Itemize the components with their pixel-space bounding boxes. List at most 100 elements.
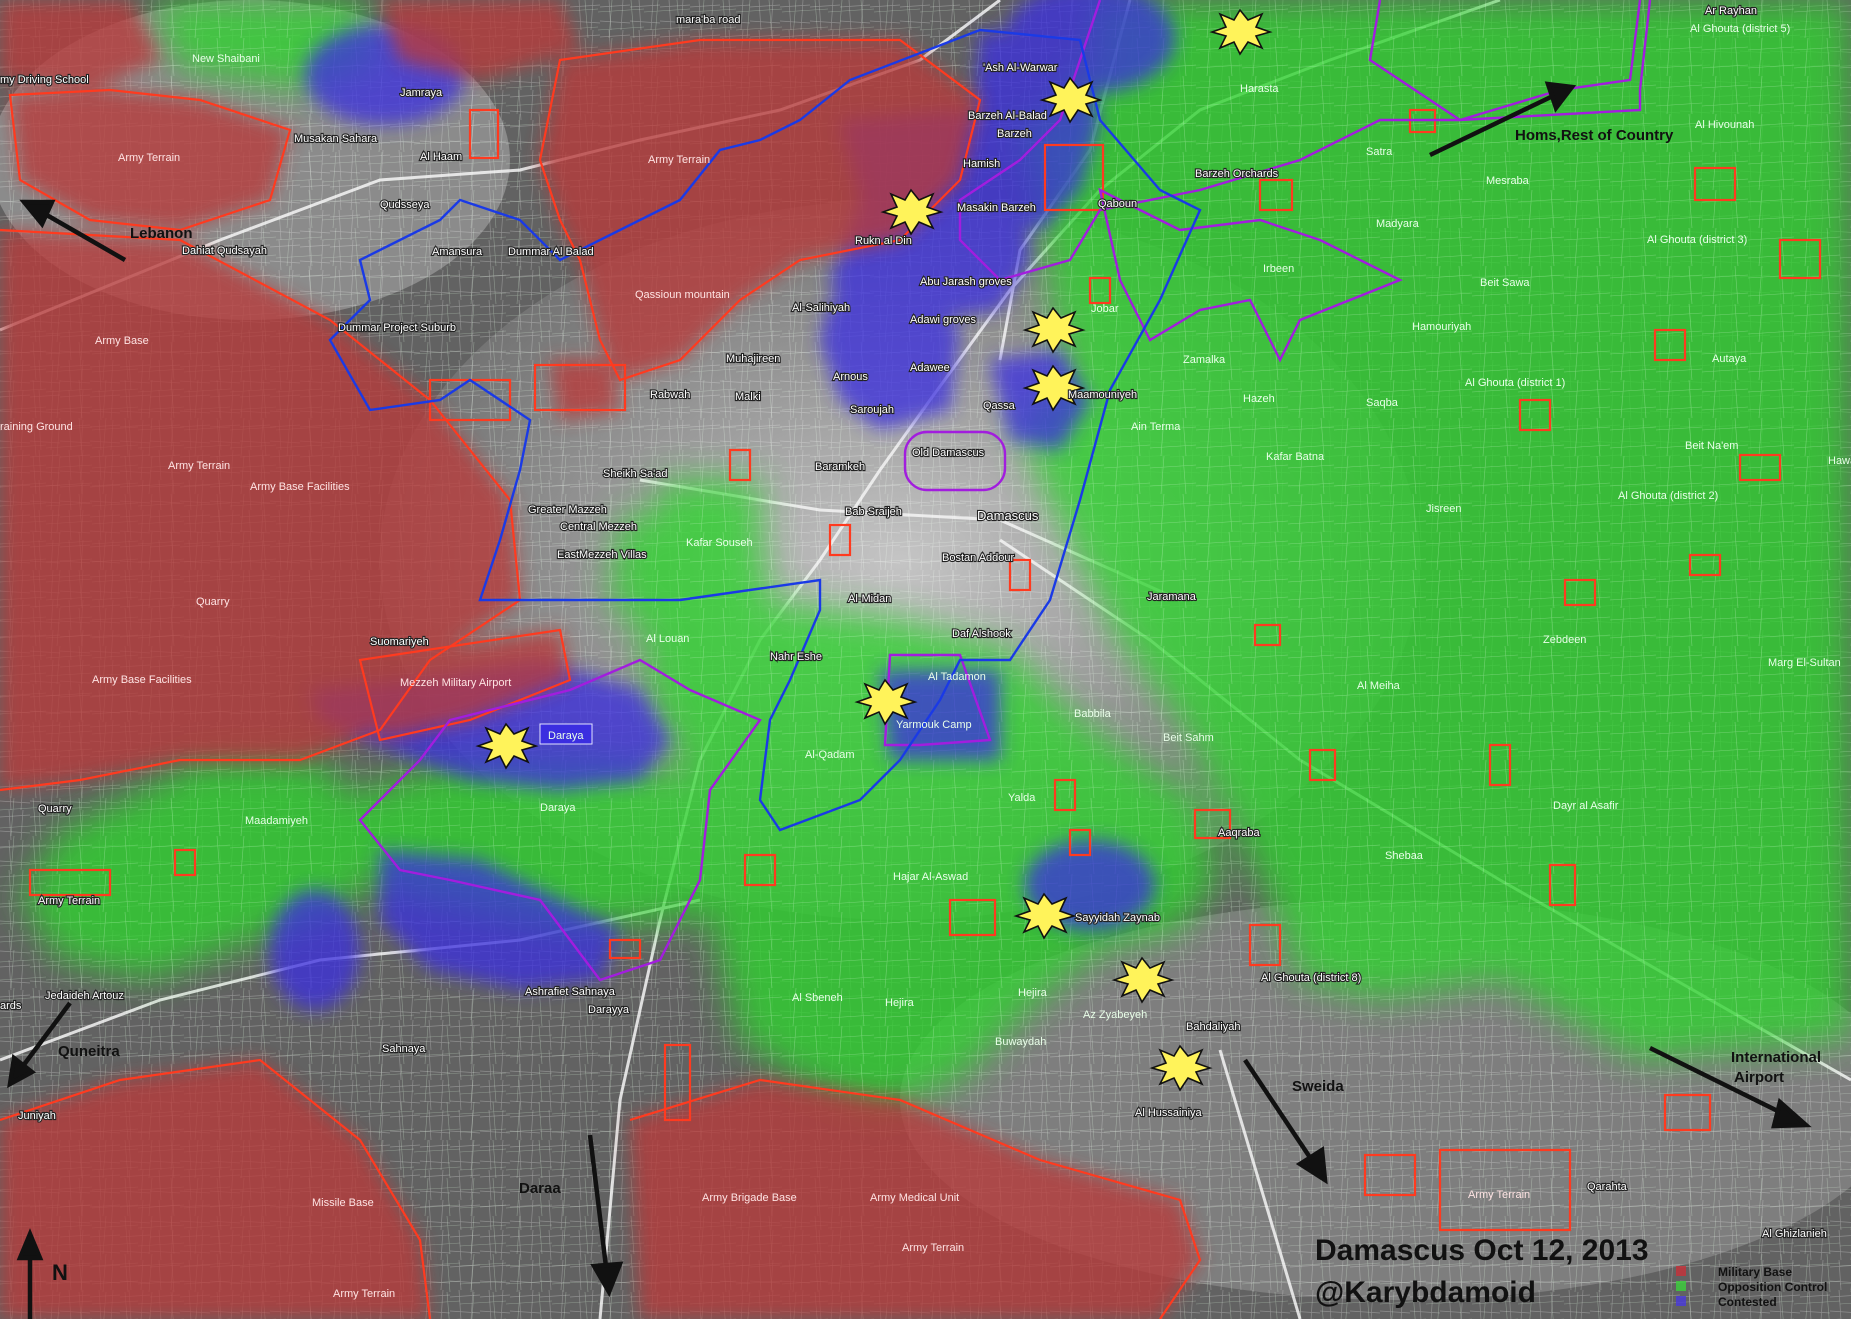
place-label: Hamish <box>963 158 1000 170</box>
place-label: Adawee <box>910 362 950 374</box>
legend-swatch-opposition <box>1676 1281 1686 1291</box>
place-label: Qarahta <box>1587 1181 1628 1193</box>
place-label: Shebaa <box>1385 850 1424 862</box>
place-label: Jedaideh Artouz <box>45 990 124 1002</box>
place-label: mara'ba road <box>676 14 740 26</box>
place-label: Army Base Facilities <box>92 674 192 686</box>
legend-swatch-contested <box>1676 1296 1686 1306</box>
legend-contested: Contested <box>1718 1295 1777 1309</box>
place-label: Kafar Batna <box>1266 451 1325 463</box>
place-label: Buwaydah <box>995 1036 1046 1048</box>
place-label: Baramkeh <box>815 461 865 473</box>
north-indicator: N <box>52 1260 68 1285</box>
place-label: Saqba <box>1366 397 1399 409</box>
place-label: Zebdeen <box>1543 634 1586 646</box>
label-airport-1: International <box>1731 1049 1821 1066</box>
place-label: Abu Jarash groves <box>920 276 1012 288</box>
place-label: Al Ghouta (district 2) <box>1618 490 1718 502</box>
place-label: Nahr Eshe <box>770 651 822 663</box>
place-label: Al-Midan <box>848 593 891 605</box>
place-label: Al Hussainiya <box>1135 1107 1203 1119</box>
place-label: Army Base Facilities <box>250 481 350 493</box>
place-label: Al Ghouta (district 3) <box>1647 234 1747 246</box>
place-label: Al Hivounah <box>1695 119 1754 131</box>
legend-military-base: Military Base <box>1718 1265 1792 1279</box>
place-label: Sheikh Sa'ad <box>603 468 667 480</box>
place-label: Army Terrain <box>168 460 230 472</box>
place-label: Al Ghizlanieh <box>1762 1228 1827 1240</box>
place-label: Army Base <box>95 335 149 347</box>
place-label: Quarry <box>38 803 72 815</box>
place-label: Barzeh Orchards <box>1195 168 1279 180</box>
place-label: Irbeen <box>1263 263 1294 275</box>
place-label: Army Terrain <box>118 152 180 164</box>
label-quneitra: Quneitra <box>58 1043 120 1060</box>
place-label: 'Ash Al-Warwar <box>983 62 1058 74</box>
place-label: Juniyah <box>18 1110 56 1122</box>
place-label: Bab Sraijeh <box>845 506 902 518</box>
place-label: Al Meiha <box>1357 680 1401 692</box>
place-label: Hejira <box>885 997 915 1009</box>
place-label: Rukn al Din <box>855 235 912 247</box>
place-label: Al Haam <box>420 151 462 163</box>
place-label: Musakan Sahara <box>294 133 378 145</box>
place-label: Arnous <box>833 371 868 383</box>
explosion-icon <box>880 188 944 236</box>
place-label: Bostan Addour <box>942 552 1015 564</box>
place-label: Az Zyabeyeh <box>1083 1009 1147 1021</box>
place-label: Army Medical Unit <box>870 1192 959 1204</box>
label-lebanon: Lebanon <box>130 225 193 242</box>
place-label: Adawi groves <box>910 314 977 326</box>
place-label: Army Terrain <box>648 154 710 166</box>
place-label: Dahiat Qudsayah <box>182 245 267 257</box>
place-label: Mezzeh Military Airport <box>400 677 511 689</box>
map-canvas: Damascus Oct 12, 2013 @Karybdamoid N Mil… <box>0 0 1851 1319</box>
place-label: Muhajireen <box>726 353 780 365</box>
place-label: Daraya <box>548 730 584 742</box>
place-label: Satra <box>1366 146 1393 158</box>
place-label: Barzeh Al-Balad <box>968 110 1047 122</box>
place-label: Al-Salihiyah <box>792 302 850 314</box>
place-label: Jamraya <box>400 87 443 99</box>
place-label: Greater Mazzeh <box>528 504 607 516</box>
place-label: Autaya <box>1712 353 1747 365</box>
place-label: Saroujah <box>850 404 894 416</box>
place-label: Army Terrain <box>333 1288 395 1300</box>
place-label: Masakin Barzeh <box>957 202 1036 214</box>
place-label: Daf Alshook <box>952 628 1011 640</box>
place-label: Jaramana <box>1147 591 1197 603</box>
place-label: Kafar Souseh <box>686 537 753 549</box>
place-label: Qassioun mountain <box>635 289 730 301</box>
place-label: Yalda <box>1008 792 1036 804</box>
label-homs: Homs,Rest of Country <box>1515 127 1674 144</box>
place-label: Hajar Al-Aswad <box>893 871 968 883</box>
damascus-control-map: Damascus Oct 12, 2013 @Karybdamoid N Mil… <box>0 0 1851 1319</box>
place-label: Aaqraba <box>1218 827 1260 839</box>
map-title: Damascus Oct 12, 2013 <box>1315 1234 1649 1267</box>
place-label: Beit Sawa <box>1480 277 1530 289</box>
place-label: Maamouniyeh <box>1068 389 1137 401</box>
place-label: ards <box>0 1000 22 1012</box>
place-label: Ar Rayhan <box>1705 5 1757 17</box>
legend-swatch-military <box>1676 1266 1686 1276</box>
place-label: Rabwah <box>650 389 690 401</box>
place-label: Damascus <box>977 508 1039 523</box>
place-label: Jisreen <box>1426 503 1461 515</box>
place-label: Ain Terma <box>1131 421 1181 433</box>
place-label: Marg El-Sultan <box>1768 657 1841 669</box>
explosion-icon <box>1022 306 1086 354</box>
legend-opposition-control: Opposition Control <box>1718 1280 1827 1294</box>
place-label: Qassa <box>983 400 1016 412</box>
place-label: Ashrafiet Sahnaya <box>525 986 616 998</box>
place-label: Army Brigade Base <box>702 1192 797 1204</box>
place-label: Dummar Project Suburb <box>338 322 456 334</box>
place-label: Mesraba <box>1486 175 1530 187</box>
place-label: Army Terrain <box>38 895 100 907</box>
place-label: Harasta <box>1240 83 1279 95</box>
label-airport-2: Airport <box>1734 1069 1784 1086</box>
place-label: Jobar <box>1091 303 1119 315</box>
place-label: Quarry <box>196 596 230 608</box>
explosion-icon <box>854 678 918 726</box>
place-label: Beit Sahm <box>1163 732 1214 744</box>
place-label: Babbila <box>1074 708 1112 720</box>
